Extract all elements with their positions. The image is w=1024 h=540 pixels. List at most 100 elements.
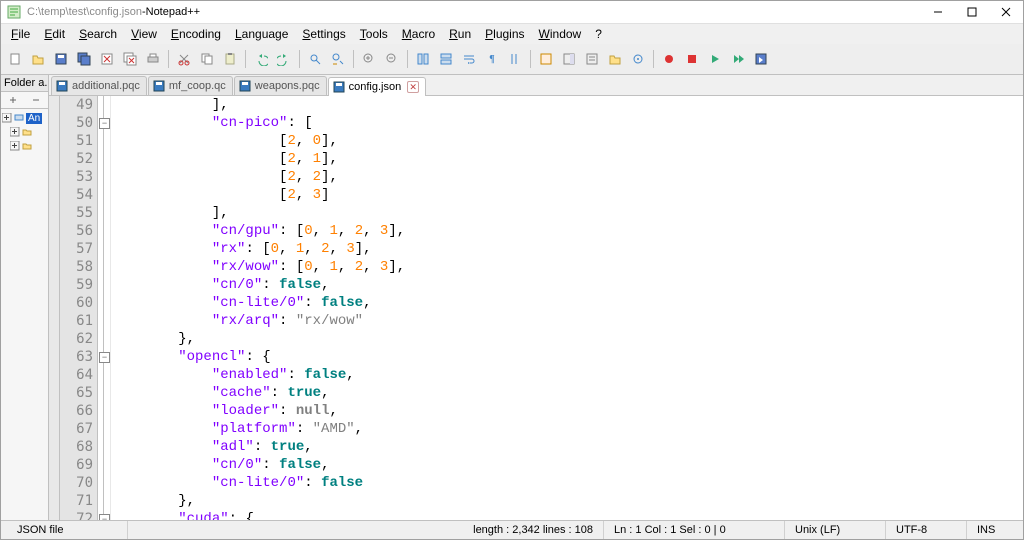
tab[interactable]: additional.pqc [51, 76, 147, 95]
maximize-button[interactable] [955, 1, 989, 23]
close-button[interactable] [989, 1, 1023, 23]
play-macro-multi-button[interactable] [727, 48, 749, 70]
menu-settings[interactable]: Settings [296, 26, 351, 42]
folder-tree[interactable]: An [1, 109, 48, 520]
tree-row[interactable]: An [2, 111, 47, 125]
indent-guide-button[interactable] [504, 48, 526, 70]
fold-toggle[interactable]: − [99, 352, 110, 363]
tab[interactable]: mf_coop.qc [148, 76, 233, 95]
find-button[interactable] [304, 48, 326, 70]
tab[interactable]: config.json✕ [328, 77, 427, 96]
code-line[interactable]: "cn-lite/0": false [111, 474, 1023, 492]
menu-tools[interactable]: Tools [354, 26, 394, 42]
menu-plugins[interactable]: Plugins [479, 26, 530, 42]
collapse-all-icon[interactable] [8, 95, 18, 105]
menu-language[interactable]: Language [229, 26, 294, 42]
play-macro-button[interactable] [704, 48, 726, 70]
menu-run[interactable]: Run [443, 26, 477, 42]
fold-toggle[interactable]: − [99, 118, 110, 129]
new-file-button[interactable] [4, 48, 26, 70]
code-line[interactable]: "adl": true, [111, 438, 1023, 456]
code-area[interactable]: ], "cn-pico": [ [2, 0], [2, 1], [2, 2], … [111, 96, 1023, 520]
zoom-out-button[interactable] [381, 48, 403, 70]
save-macro-button[interactable] [750, 48, 772, 70]
status-insmode[interactable]: INS [967, 521, 1017, 539]
zoom-in-button[interactable] [358, 48, 380, 70]
expand-icon [10, 127, 20, 137]
code-line[interactable]: "cn/0": false, [111, 276, 1023, 294]
app-window: C:\temp\test\config.json - Notepad++ Fil… [0, 0, 1024, 540]
status-position: Ln : 1 Col : 1 Sel : 0 | 0 [604, 521, 785, 539]
save-button[interactable] [50, 48, 72, 70]
replace-button[interactable] [327, 48, 349, 70]
tab[interactable]: weapons.pqc [234, 76, 327, 95]
code-line[interactable]: "cache": true, [111, 384, 1023, 402]
code-line[interactable]: [2, 2], [111, 168, 1023, 186]
tab-label: mf_coop.qc [169, 80, 226, 92]
fold-toggle[interactable]: − [99, 514, 110, 520]
close-all-button[interactable] [119, 48, 141, 70]
cut-button[interactable] [173, 48, 195, 70]
code-line[interactable]: "cuda": { [111, 510, 1023, 520]
code-line[interactable]: "rx/wow": [0, 1, 2, 3], [111, 258, 1023, 276]
code-line[interactable]: "loader": null, [111, 402, 1023, 420]
record-macro-button[interactable] [658, 48, 680, 70]
disk-icon [239, 80, 251, 92]
paste-button[interactable] [219, 48, 241, 70]
doc-map-button[interactable] [558, 48, 580, 70]
tab-close-icon[interactable]: ✕ [407, 81, 419, 93]
menu-view[interactable]: View [125, 26, 163, 42]
code-line[interactable]: "cn-pico": [ [111, 114, 1023, 132]
print-button[interactable] [142, 48, 164, 70]
code-line[interactable]: "opencl": { [111, 348, 1023, 366]
menu-file[interactable]: File [5, 26, 36, 42]
code-line[interactable]: "rx": [0, 1, 2, 3], [111, 240, 1023, 258]
menu-macro[interactable]: Macro [396, 26, 441, 42]
code-line[interactable]: [2, 1], [111, 150, 1023, 168]
sync-hscroll-button[interactable] [435, 48, 457, 70]
status-filetype: JSON file [7, 521, 128, 539]
undo-button[interactable] [250, 48, 272, 70]
status-eol[interactable]: Unix (LF) [785, 521, 886, 539]
fold-column[interactable]: − − − [98, 96, 111, 520]
sync-vscroll-button[interactable] [412, 48, 434, 70]
titlebar: C:\temp\test\config.json - Notepad++ [1, 1, 1023, 24]
ud-lang-button[interactable] [535, 48, 557, 70]
editor[interactable]: 4950515253545556575859606162636465666768… [49, 96, 1023, 520]
code-line[interactable]: "cn/0": false, [111, 456, 1023, 474]
open-file-button[interactable] [27, 48, 49, 70]
code-line[interactable]: ], [111, 204, 1023, 222]
wordwrap-button[interactable] [458, 48, 480, 70]
menu-window[interactable]: Window [533, 26, 588, 42]
menu-edit[interactable]: Edit [38, 26, 71, 42]
redo-button[interactable] [273, 48, 295, 70]
tree-row[interactable] [2, 139, 47, 153]
tree-row[interactable] [2, 125, 47, 139]
code-line[interactable]: [2, 3] [111, 186, 1023, 204]
menu-search[interactable]: Search [73, 26, 123, 42]
status-encoding[interactable]: UTF-8 [886, 521, 967, 539]
show-all-chars-button[interactable]: ¶ [481, 48, 503, 70]
code-line[interactable]: "platform": "AMD", [111, 420, 1023, 438]
minimize-button[interactable] [921, 1, 955, 23]
code-line[interactable]: }, [111, 492, 1023, 510]
toolbar: ¶ [1, 44, 1023, 75]
func-list-button[interactable] [581, 48, 603, 70]
folder-workspace-button[interactable] [604, 48, 626, 70]
monitor-button[interactable] [627, 48, 649, 70]
code-line[interactable]: "rx/arq": "rx/wow" [111, 312, 1023, 330]
code-line[interactable]: "enabled": false, [111, 366, 1023, 384]
close-file-button[interactable] [96, 48, 118, 70]
code-line[interactable]: ], [111, 96, 1023, 114]
menu-encoding[interactable]: Encoding [165, 26, 227, 42]
stop-macro-button[interactable] [681, 48, 703, 70]
code-line[interactable]: }, [111, 330, 1023, 348]
menu-help[interactable]: ? [589, 26, 608, 42]
folder-panel-toolbar [1, 92, 48, 109]
copy-button[interactable] [196, 48, 218, 70]
save-all-button[interactable] [73, 48, 95, 70]
code-line[interactable]: "cn/gpu": [0, 1, 2, 3], [111, 222, 1023, 240]
code-line[interactable]: [2, 0], [111, 132, 1023, 150]
code-line[interactable]: "cn-lite/0": false, [111, 294, 1023, 312]
expand-all-icon[interactable] [31, 95, 41, 105]
